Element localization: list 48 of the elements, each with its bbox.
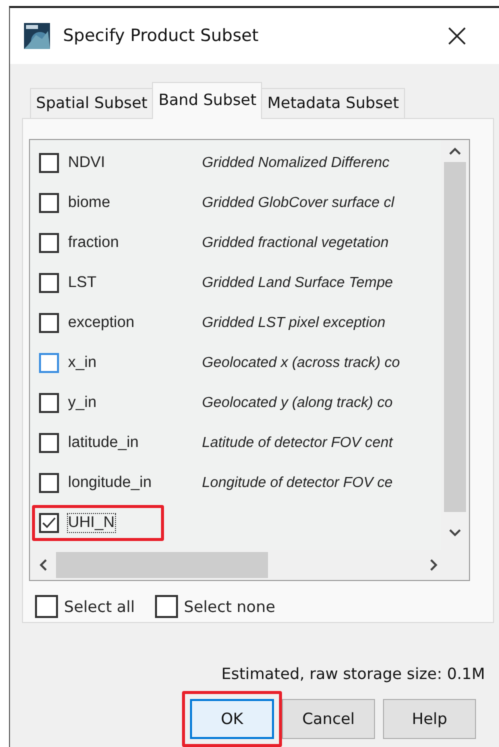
scroll-left-icon[interactable] — [38, 558, 48, 572]
scroll-right-icon[interactable] — [429, 558, 439, 572]
checkbox[interactable] — [35, 595, 58, 618]
window-title: Specify Product Subset — [63, 26, 259, 46]
checkbox[interactable] — [39, 513, 59, 533]
checkbox[interactable] — [39, 153, 59, 173]
dialog-button[interactable]: Help — [383, 699, 476, 739]
tab[interactable]: Metadata Subset — [261, 88, 405, 118]
checkbox[interactable] — [39, 313, 59, 333]
checkbox[interactable] — [39, 193, 59, 213]
band-description: Gridded GlobCover surface cl — [202, 195, 394, 211]
band-name[interactable]: latitude_in — [67, 433, 140, 453]
tab[interactable]: Band Subset — [152, 82, 262, 119]
band-name[interactable]: biome — [67, 193, 112, 213]
band-description: Longitude of detector FOV ce — [202, 475, 393, 491]
checkbox[interactable] — [39, 433, 59, 453]
checkbox[interactable] — [154, 595, 178, 618]
band-name[interactable]: UHI_N — [67, 513, 116, 533]
dialog-button[interactable]: OK — [190, 699, 274, 739]
checkbox[interactable] — [39, 393, 59, 413]
band-description: Gridded Nomalized Differenc — [202, 155, 390, 171]
app-icon — [24, 23, 50, 49]
band-name[interactable]: longitude_in — [67, 473, 153, 493]
scroll-down-icon[interactable] — [448, 528, 462, 538]
band-description: Gridded Land Surface Tempe — [202, 275, 393, 291]
storage-estimate: Estimated, raw storage size: 0.1M — [220, 665, 486, 683]
checkbox[interactable] — [39, 473, 59, 493]
band-name[interactable]: fraction — [67, 233, 120, 253]
checkbox[interactable] — [39, 273, 59, 293]
band-name[interactable]: y_in — [67, 393, 98, 413]
checkbox-label[interactable]: Select all — [64, 598, 135, 616]
band-name[interactable]: x_in — [67, 353, 98, 373]
band-name[interactable]: NDVI — [67, 153, 106, 173]
tab[interactable]: Spatial Subset — [30, 88, 154, 118]
band-description: Latitude of detector FOV cent — [202, 435, 393, 451]
band-name[interactable]: LST — [67, 273, 98, 293]
check-icon — [41, 515, 57, 531]
checkbox[interactable] — [39, 233, 59, 253]
band-description: Gridded LST pixel exception — [202, 315, 386, 331]
band-description: Geolocated y (along track) co — [202, 395, 393, 411]
band-name[interactable]: exception — [67, 313, 136, 333]
dialog-button[interactable]: Cancel — [282, 699, 375, 739]
scroll-up-icon[interactable] — [448, 146, 462, 156]
checkbox[interactable] — [39, 353, 59, 373]
checkbox-label[interactable]: Select none — [184, 598, 276, 616]
band-description: Geolocated x (across track) co — [202, 355, 400, 371]
band-description: Gridded fractional vegetation — [202, 235, 389, 251]
close-icon[interactable] — [448, 27, 466, 45]
